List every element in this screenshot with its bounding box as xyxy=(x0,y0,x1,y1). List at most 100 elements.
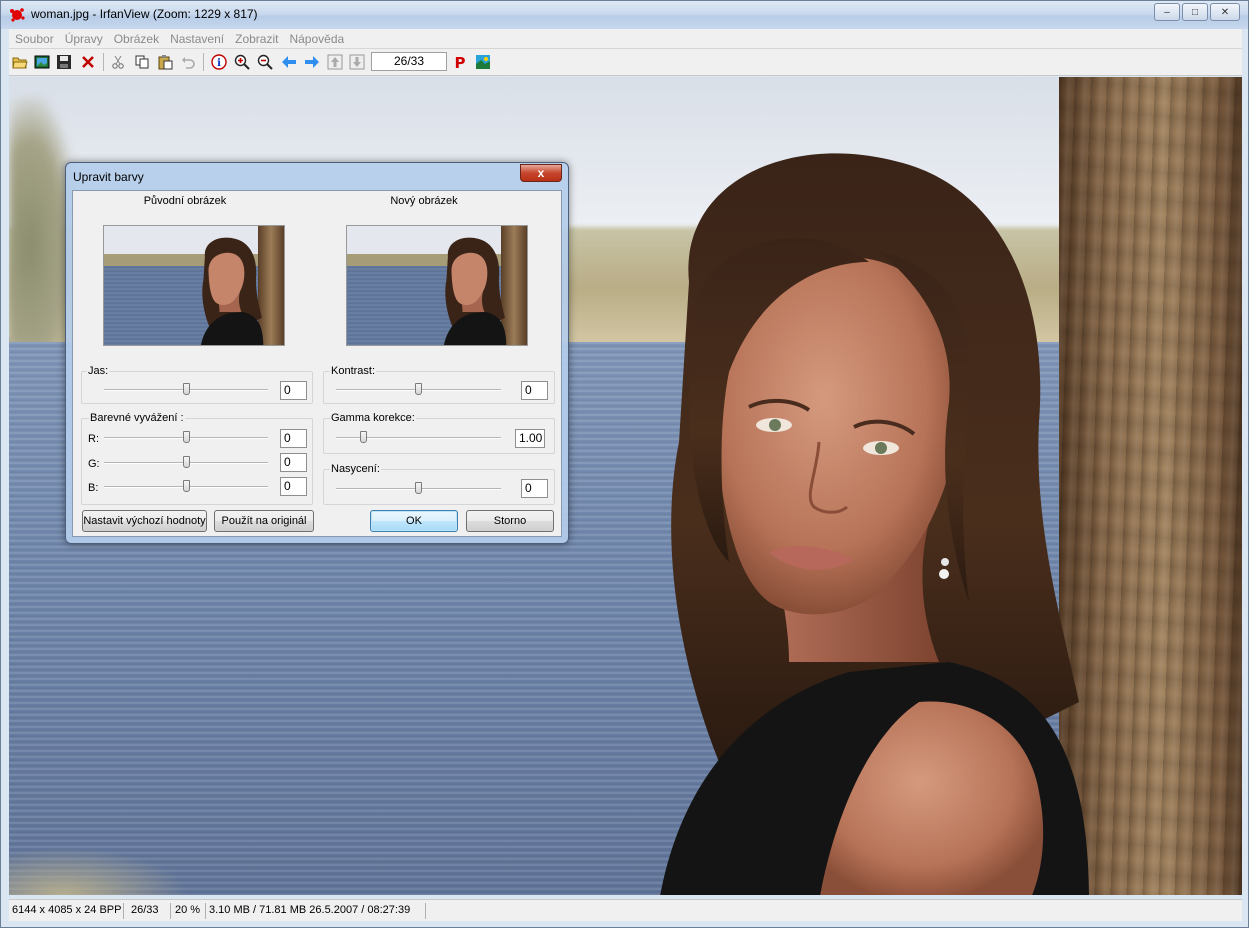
svg-text:i: i xyxy=(217,58,221,69)
adjust-colors-dialog: Upravit barvy x Původní obrázek Nový obr… xyxy=(65,162,569,544)
blue-label: B: xyxy=(88,482,99,494)
undo-button[interactable] xyxy=(179,53,197,71)
menu-upravy[interactable]: Úpravy xyxy=(59,29,108,46)
minimize-button[interactable]: ‒ xyxy=(1154,3,1180,21)
close-window-button[interactable]: ✕ xyxy=(1210,3,1240,21)
red-slider[interactable] xyxy=(104,431,268,445)
paste-button[interactable] xyxy=(156,53,174,71)
dialog-body: Původní obrázek Nový obrázek Jas: 0 Kont… xyxy=(72,190,562,537)
gamma-value[interactable]: 1.00 xyxy=(515,429,545,448)
arrow-left-icon xyxy=(282,56,296,68)
contrast-value[interactable]: 0 xyxy=(521,381,548,400)
ok-button[interactable]: OK xyxy=(370,510,458,532)
color-balance-label: Barevné vyvážení : xyxy=(89,412,185,424)
zoom-out-icon xyxy=(257,54,273,70)
saturation-value[interactable]: 0 xyxy=(521,479,548,498)
slider-thumb[interactable] xyxy=(415,482,422,494)
apply-to-original-button[interactable]: Použít na originál xyxy=(214,510,314,532)
menu-soubor[interactable]: Soubor xyxy=(9,29,59,46)
cut-button[interactable] xyxy=(109,53,127,71)
slideshow-button[interactable] xyxy=(33,53,51,71)
window-controls: ‒ □ ✕ xyxy=(1154,3,1240,21)
zoom-in-icon xyxy=(234,54,250,70)
blue-value[interactable]: 0 xyxy=(280,477,307,496)
arrow-up-box-icon xyxy=(327,54,343,70)
menu-bar: Soubor Úpravy Obrázek Nastavení Zobrazit Nápo… xyxy=(9,29,1242,49)
print-button[interactable]: P xyxy=(451,53,469,71)
paste-icon xyxy=(158,55,173,70)
menu-zobrazit[interactable]: Zobrazit xyxy=(229,29,283,46)
new-image-label: Nový obrázek xyxy=(390,195,458,207)
open-folder-button[interactable] xyxy=(11,53,29,71)
saturation-label: Nasycení: xyxy=(330,463,381,475)
dialog-title: Upravit barvy xyxy=(73,170,144,184)
blue-slider[interactable] xyxy=(104,480,268,494)
status-index: 26/33 xyxy=(128,903,171,919)
move-up-button[interactable] xyxy=(326,53,344,71)
irfanview-app-icon xyxy=(10,8,25,22)
slider-thumb[interactable] xyxy=(183,431,190,443)
set-defaults-button[interactable]: Nastavit výchozí hodnoty xyxy=(82,510,207,532)
scissors-icon xyxy=(112,55,124,69)
paint-icon xyxy=(476,55,490,69)
menu-napoveda[interactable]: Nápověda xyxy=(283,29,349,46)
close-icon: ✕ xyxy=(1220,6,1230,18)
brightness-slider[interactable] xyxy=(104,383,268,397)
photo-sand xyxy=(9,847,189,895)
close-icon: x xyxy=(537,166,545,180)
contrast-slider[interactable] xyxy=(336,383,501,397)
info-button[interactable]: i xyxy=(210,53,228,71)
menu-nastaveni[interactable]: Nastavení xyxy=(164,29,229,46)
maximize-icon: □ xyxy=(1191,6,1199,18)
page-counter-field[interactable]: 26/33 xyxy=(371,52,447,71)
previous-image-button[interactable] xyxy=(280,53,298,71)
copy-icon xyxy=(135,55,149,69)
photo-woman-portrait xyxy=(660,153,1089,895)
brightness-value[interactable]: 0 xyxy=(280,381,307,400)
window-title: woman.jpg - IrfanView (Zoom: 1229 x 817) xyxy=(31,7,258,21)
red-label: R: xyxy=(88,433,99,445)
save-icon xyxy=(57,55,71,69)
slider-thumb[interactable] xyxy=(183,456,190,468)
move-down-button[interactable] xyxy=(348,53,366,71)
zoom-in-button[interactable] xyxy=(233,53,251,71)
original-image-preview xyxy=(103,225,285,346)
slider-thumb[interactable] xyxy=(183,383,190,395)
slider-thumb[interactable] xyxy=(415,383,422,395)
menu-obrazek[interactable]: Obrázek xyxy=(108,29,164,46)
irfanview-window: woman.jpg - IrfanView (Zoom: 1229 x 817)… xyxy=(0,0,1249,928)
slider-thumb[interactable] xyxy=(183,480,190,492)
green-slider[interactable] xyxy=(104,456,268,470)
new-image-preview xyxy=(346,225,528,346)
copy-button[interactable] xyxy=(133,53,151,71)
paint-button[interactable] xyxy=(474,53,492,71)
toolbar-separator xyxy=(103,53,104,71)
red-value[interactable]: 0 xyxy=(280,429,307,448)
status-dimensions: 6144 x 4085 x 24 BPP xyxy=(9,903,124,919)
green-value[interactable]: 0 xyxy=(280,453,307,472)
title-bar[interactable]: woman.jpg - IrfanView (Zoom: 1229 x 817)… xyxy=(1,1,1248,29)
dialog-close-button[interactable]: x xyxy=(520,164,562,182)
svg-text:P: P xyxy=(455,54,466,70)
info-icon: i xyxy=(211,54,227,70)
toolbar: i 26/33 P xyxy=(9,49,1242,76)
arrow-right-icon xyxy=(305,56,319,68)
cancel-button[interactable]: Storno xyxy=(466,510,554,532)
next-image-button[interactable] xyxy=(303,53,321,71)
arrow-down-box-icon xyxy=(349,54,365,70)
new-thumb-portrait xyxy=(443,237,507,345)
save-button[interactable] xyxy=(55,53,73,71)
slider-thumb[interactable] xyxy=(360,431,367,443)
gamma-slider[interactable] xyxy=(336,431,501,445)
open-folder-icon xyxy=(12,57,28,69)
original-image-label: Původní obrázek xyxy=(143,195,227,207)
undo-icon xyxy=(182,57,195,69)
maximize-button[interactable]: □ xyxy=(1182,3,1208,21)
delete-button[interactable] xyxy=(79,53,97,71)
contrast-label: Kontrast: xyxy=(330,365,377,377)
saturation-slider[interactable] xyxy=(336,482,501,496)
status-fileinfo: 3.10 MB / 71.81 MB 26.5.2007 / 08:27:39 xyxy=(206,903,426,919)
status-zoom: 20 % xyxy=(172,903,206,919)
zoom-out-button[interactable] xyxy=(256,53,274,71)
slideshow-icon xyxy=(34,55,50,69)
